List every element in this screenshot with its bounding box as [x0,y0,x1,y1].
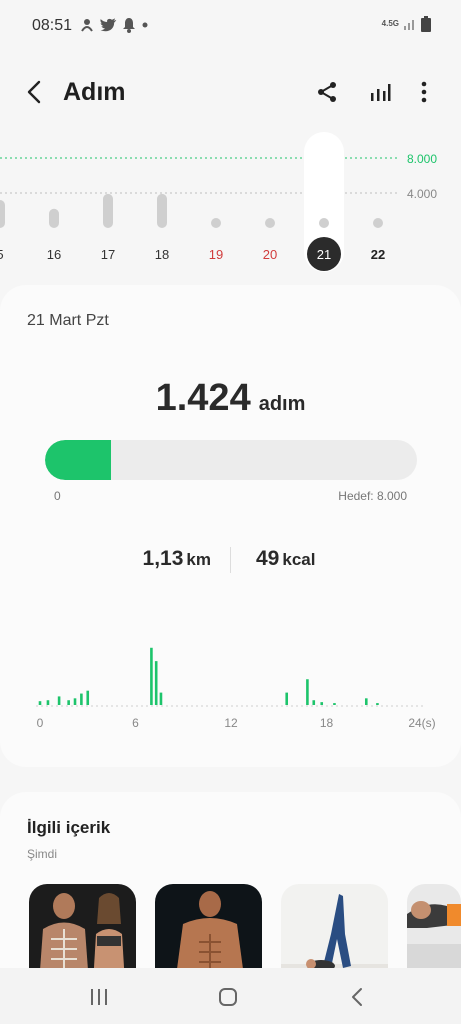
hour-tick-label: 18 [320,716,334,730]
share-button[interactable] [313,78,341,106]
hour-bar [80,693,83,705]
back-nav-icon [352,988,362,1006]
calories-unit: kcal [282,550,316,569]
y-label-mid: 4.000 [407,187,437,201]
notification-bell-icon [123,18,135,33]
hour-bar [73,698,77,705]
chart-view-button[interactable] [366,78,394,106]
step-count: 1.424 adım [0,377,461,420]
week-day-label-20[interactable]: 20 [263,247,277,262]
chart-icon [371,84,391,101]
system-navigation-bar [0,968,461,1024]
related-subtitle: Şimdi [27,847,58,861]
hour-bar [67,700,70,705]
week-bar-20[interactable] [265,218,275,228]
week-bar-22[interactable] [373,218,383,228]
hour-tick-label: 0 [37,716,44,730]
more-options-button[interactable] [410,78,438,106]
back-nav-button[interactable] [342,982,372,1012]
progress-goal-label: Hedef: 8.000 [338,489,407,503]
distance-value: 1,13 [142,547,184,570]
week-bar-21[interactable] [319,218,329,228]
home-icon [219,988,237,1006]
progress-min-label: 0 [54,489,61,503]
hour-bar [57,696,61,705]
hour-tick-label: 24(s) [408,716,435,730]
step-goal-progress-fill [45,440,112,480]
week-day-label-5[interactable]: 5 [0,247,4,262]
hour-bar [320,702,324,705]
week-day-label-22[interactable]: 22 [371,247,385,262]
calories-stat: 49 kcal [256,547,315,571]
share-icon [318,82,336,102]
week-bar-5[interactable] [0,200,5,228]
hour-bar [312,700,316,705]
hour-bar [38,701,42,705]
network-type: 4.5G [381,19,399,28]
hour-bar [154,661,158,705]
hour-bar [376,703,379,705]
hourly-chart-svg: 0 6 12 18 24(s) [36,647,436,730]
back-icon [27,80,41,104]
week-bar-18[interactable] [157,193,167,228]
twitter-icon [100,17,117,31]
status-bar: 08:51 4.5G [0,0,461,52]
distance-stat: 1,13 km [143,547,211,571]
day-summary-card: 21 Mart Pzt 1.424 adım 0 Hedef: 8.000 1,1… [0,285,461,767]
recent-apps-button[interactable] [84,982,114,1012]
stats-row: 1,13 km 49 kcal [0,547,461,577]
recent-apps-icon [91,989,107,1005]
hour-bar [150,647,153,705]
hour-bar [46,700,50,705]
selected-date: 21 Mart Pzt [27,312,109,329]
y-label-goal: 8.000 [407,152,437,166]
step-goal-progress [45,440,417,480]
weekly-steps-chart[interactable]: 8.000 4.000 5 16 17 18 19 20 21 22 [0,130,461,280]
home-button[interactable] [213,982,243,1012]
hour-tick-label: 6 [132,716,139,730]
back-button[interactable] [20,78,48,106]
status-left-icons [79,14,149,36]
more-icon [421,81,427,103]
hour-bar [333,703,336,705]
hour-bar [285,692,289,705]
page-title: Adım [63,78,126,106]
status-right-icons: 4.5G [382,16,431,32]
calories-value: 49 [256,547,280,570]
week-day-label-18[interactable]: 18 [155,247,169,262]
app-header: Adım [0,64,461,120]
hour-tick-label: 12 [224,716,238,730]
hour-bar [159,692,163,705]
hour-bar [86,690,90,705]
weekly-chart-svg[interactable]: 8.000 4.000 5 16 17 18 19 20 21 22 [0,130,461,280]
gesture-icon [81,19,93,32]
week-day-label-17[interactable]: 17 [101,247,115,262]
related-title: İlgili içerik [27,818,111,837]
week-bar-19[interactable] [211,218,221,228]
dot-icon [142,22,148,28]
stats-divider [230,547,231,573]
hourly-steps-chart: 0 6 12 18 24(s) [0,625,461,735]
step-count-unit: adım [258,393,306,415]
week-day-label-21[interactable]: 21 [317,247,331,262]
week-bar-16[interactable] [49,208,59,228]
week-day-label-19[interactable]: 19 [209,247,223,262]
hour-bar [364,698,368,705]
battery-icon [421,16,431,32]
distance-unit: km [186,550,211,569]
week-bar-17[interactable] [103,193,113,228]
hour-bar [306,679,309,705]
step-count-value: 1.424 [155,377,251,419]
status-time: 08:51 [32,17,73,34]
signal-icon [404,20,414,30]
week-day-label-16[interactable]: 16 [47,247,61,262]
